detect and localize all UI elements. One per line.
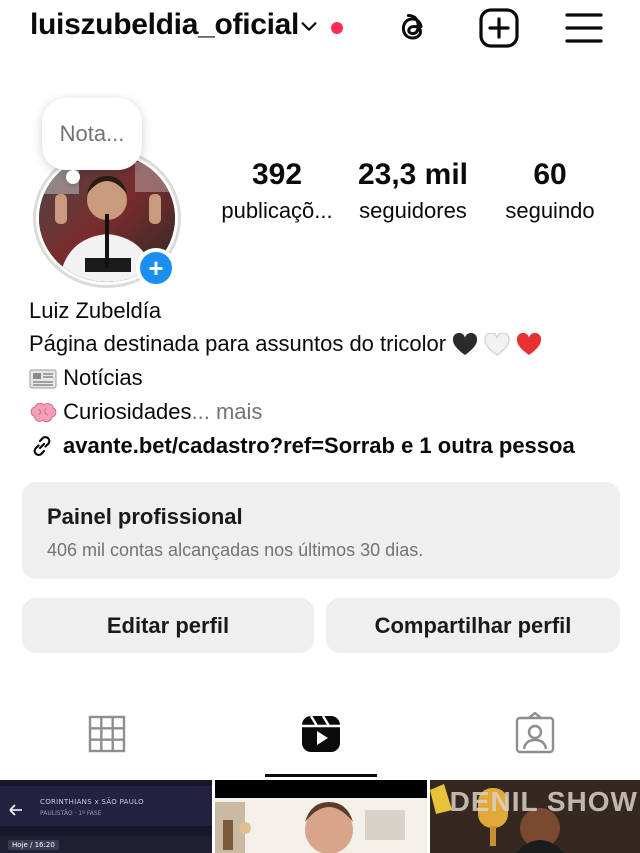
bio-link-text: avante.bet/cadastro?ref=Sorrab e 1 outra…: [63, 433, 575, 458]
tagged-icon[interactable]: [513, 712, 557, 756]
chevron-down-icon[interactable]: [298, 16, 320, 38]
stat-followers-value: 23,3 mil: [357, 158, 469, 191]
dashboard-subtitle: 406 mil contas alcançadas nos últimos 30…: [47, 540, 424, 560]
active-tab-indicator: [265, 774, 377, 777]
threads-icon[interactable]: [392, 6, 436, 50]
bio-link[interactable]: avante.bet/cadastro?ref=Sorrab e 1 outra…: [29, 429, 629, 463]
profile-name: Luiz Zubeldía: [29, 298, 162, 323]
stat-following-value: 60: [533, 158, 567, 191]
black-heart-icon: [453, 333, 478, 356]
thumbnail-2-image: [215, 780, 427, 853]
plus-icon: +: [148, 253, 164, 283]
note-bubble-tail: [66, 170, 80, 184]
stat-posts-label: publicaçõ...: [221, 198, 333, 223]
thumbnail-1-subtitle: PAULISTÃO · 1ª FASE: [40, 810, 102, 817]
thumbnail-1-time: Hoje / 16:20: [8, 840, 59, 850]
newspaper-icon: [29, 369, 57, 389]
stat-following[interactable]: 60 seguindo: [494, 158, 606, 224]
reels-icon[interactable]: [299, 712, 343, 756]
bio-description: Página destinada para assuntos do tricol…: [29, 331, 447, 356]
bio-news: Notícias: [63, 365, 143, 390]
stat-followers[interactable]: 23,3 mil seguidores: [350, 158, 476, 224]
post-thumbnail-1[interactable]: CORINTHIANS x SÃO PAULO PAULISTÃO · 1ª F…: [0, 780, 212, 853]
share-profile-button[interactable]: Compartilhar perfil: [326, 598, 620, 653]
notification-dot: [331, 22, 343, 34]
stat-posts[interactable]: 392 publicaçõ...: [214, 158, 340, 224]
bio-line-2: Notícias: [29, 361, 629, 395]
red-heart-icon: [517, 333, 542, 356]
bio-line-1: Página destinada para assuntos do tricol…: [29, 327, 629, 361]
post-thumbnail-3[interactable]: DENIL SHOW: [430, 780, 640, 853]
add-story-button[interactable]: +: [136, 248, 176, 288]
post-thumbnail-2[interactable]: [215, 780, 427, 853]
edit-profile-button[interactable]: Editar perfil: [22, 598, 314, 653]
professional-dashboard[interactable]: Painel profissional 406 mil contas alcan…: [22, 482, 620, 579]
thumbnail-3-text: DENIL SHOW: [449, 786, 638, 817]
bio-more-link[interactable]: ... mais: [192, 399, 263, 424]
menu-icon[interactable]: [562, 6, 606, 50]
link-icon: [33, 436, 51, 456]
stat-posts-value: 392: [251, 158, 303, 191]
white-heart-icon: [484, 333, 510, 356]
brain-icon: [30, 402, 57, 423]
stat-followers-label: seguidores: [359, 198, 467, 223]
profile-bio: Luiz Zubeldía Página destinada para assu…: [29, 294, 629, 463]
dashboard-title: Painel profissional: [47, 504, 243, 529]
bio-line-3: Curiosidades... mais: [29, 395, 629, 429]
stat-following-label: seguindo: [505, 198, 595, 223]
new-post-icon[interactable]: [477, 6, 521, 50]
note-bubble[interactable]: Nota...: [42, 98, 142, 170]
bio-curiosities: Curiosidades: [63, 399, 192, 424]
username-switcher[interactable]: luiszubeldia_oficial: [30, 8, 299, 42]
thumbnail-1-title: CORINTHIANS x SÃO PAULO: [40, 798, 144, 806]
grid-icon[interactable]: [85, 712, 129, 756]
profile-header: luiszubeldia_oficial: [0, 0, 640, 62]
